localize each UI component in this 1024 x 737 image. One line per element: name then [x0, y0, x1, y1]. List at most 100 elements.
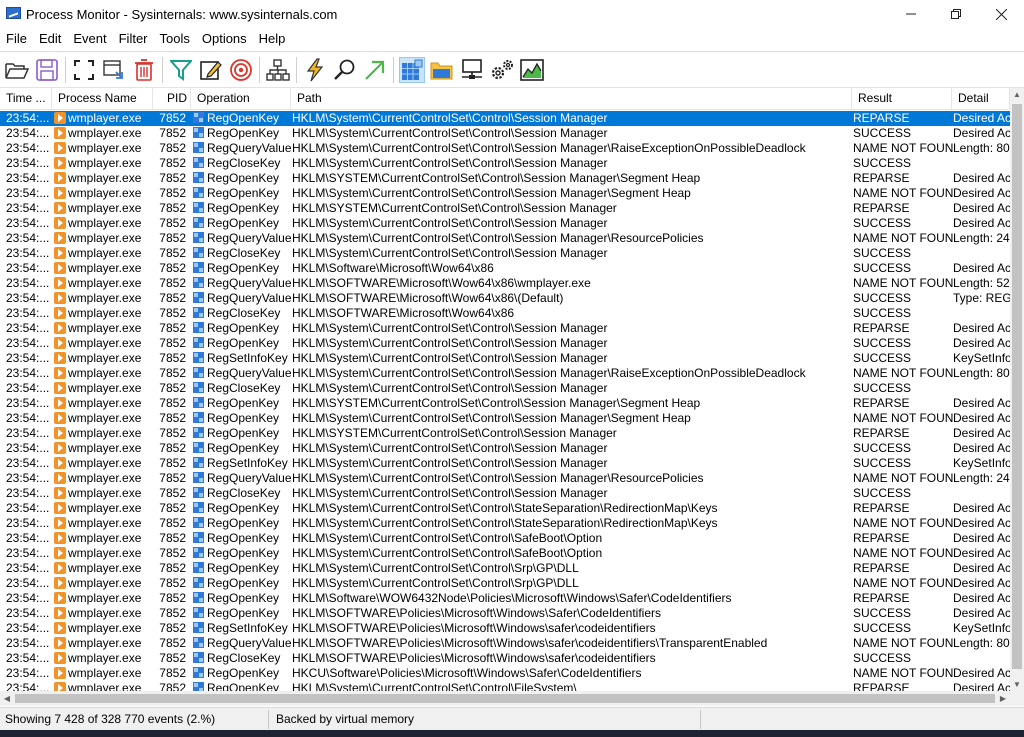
cell-operation-name: RegOpenKey: [207, 606, 280, 620]
vertical-scroll-thumb[interactable]: [1012, 104, 1022, 669]
table-row[interactable]: 23:54:... wmplayer.exe 7852 RegOpenKey HKLM\…: [0, 171, 1010, 186]
minimize-button[interactable]: [888, 0, 934, 28]
wmplayer-process-icon: [54, 262, 66, 274]
table-row[interactable]: 23:54:... wmplayer.exe 7852 RegOpenKey HKLM\…: [0, 681, 1010, 691]
save-button[interactable]: [34, 57, 60, 83]
menu-event[interactable]: Event: [67, 31, 112, 46]
autoscroll-button[interactable]: [71, 57, 97, 83]
table-row[interactable]: 23:54:... wmplayer.exe 7852 RegQueryValue HK…: [0, 276, 1010, 291]
filter-button[interactable]: [168, 57, 194, 83]
table-row[interactable]: 23:54:... wmplayer.exe 7852 RegCloseKey HKLM…: [0, 381, 1010, 396]
table-row[interactable]: 23:54:... wmplayer.exe 7852 RegOpenKey HKLM\…: [0, 501, 1010, 516]
cell-detail: Desired Acc: [953, 501, 1010, 515]
registry-operation-icon: [193, 517, 204, 528]
scroll-down-arrow-icon[interactable]: ▼: [1010, 678, 1024, 691]
table-row[interactable]: 23:54:... wmplayer.exe 7852 RegOpenKey HKLM\…: [0, 426, 1010, 441]
table-row[interactable]: 23:54:... wmplayer.exe 7852 RegCloseKey HKLM…: [0, 486, 1010, 501]
table-row[interactable]: 23:54:... wmplayer.exe 7852 RegOpenKey HKLM\…: [0, 201, 1010, 216]
cell-operation-name: RegCloseKey: [207, 246, 281, 260]
table-row[interactable]: 23:54:... wmplayer.exe 7852 RegOpenKey HKLM\…: [0, 411, 1010, 426]
menu-help[interactable]: Help: [253, 31, 292, 46]
clear-button[interactable]: [131, 57, 157, 83]
table-row[interactable]: 23:54:... wmplayer.exe 7852 RegOpenKey HKLM\…: [0, 186, 1010, 201]
table-row[interactable]: 23:54:... wmplayer.exe 7852 RegCloseKey HKLM…: [0, 156, 1010, 171]
wmplayer-process-icon: [54, 307, 66, 319]
table-row[interactable]: 23:54:... wmplayer.exe 7852 RegOpenKey HKLM\…: [0, 336, 1010, 351]
show-network-button[interactable]: [459, 57, 485, 83]
table-row[interactable]: 23:54:... wmplayer.exe 7852 RegOpenKey HKLM\…: [0, 606, 1010, 621]
show-registry-button[interactable]: [399, 56, 425, 83]
column-result[interactable]: Result: [852, 88, 952, 110]
wmplayer-process-icon: [54, 292, 66, 304]
table-row[interactable]: 23:54:... wmplayer.exe 7852 RegOpenKey HKLM\…: [0, 216, 1010, 231]
cell-process-name: wmplayer.exe: [68, 276, 142, 290]
table-row[interactable]: 23:54:... wmplayer.exe 7852 RegSetInfoKey HK…: [0, 456, 1010, 471]
menu-file[interactable]: File: [0, 31, 33, 46]
scroll-left-arrow-icon[interactable]: ◀: [0, 691, 14, 706]
table-row[interactable]: 23:54:... wmplayer.exe 7852 RegQueryValue HK…: [0, 291, 1010, 306]
table-row[interactable]: 23:54:... wmplayer.exe 7852 RegSetInfoKey HK…: [0, 351, 1010, 366]
highlight-button[interactable]: [198, 57, 224, 83]
table-row[interactable]: 23:54:... wmplayer.exe 7852 RegOpenKey HKCU\…: [0, 666, 1010, 681]
table-row[interactable]: 23:54:... wmplayer.exe 7852 RegOpenKey HKLM\…: [0, 321, 1010, 336]
show-profiling-button[interactable]: [519, 57, 545, 83]
cell-path: HKLM\System\CurrentControlSet\Control\Fi…: [292, 681, 577, 691]
table-row[interactable]: 23:54:... wmplayer.exe 7852 RegOpenKey HKLM\…: [0, 531, 1010, 546]
process-tree-button[interactable]: [265, 57, 291, 83]
jump-button[interactable]: [302, 57, 328, 83]
cell-process-name: wmplayer.exe: [68, 621, 142, 635]
table-row[interactable]: 23:54:... wmplayer.exe 7852 RegOpenKey HKLM\…: [0, 261, 1010, 276]
find-button[interactable]: [332, 57, 358, 83]
column-process-name[interactable]: Process Name: [52, 88, 153, 110]
cell-operation: RegQueryValue: [193, 636, 291, 651]
toolbar-separator: [162, 56, 163, 83]
include-process-button[interactable]: [228, 57, 254, 83]
scroll-up-arrow-icon[interactable]: ▲: [1010, 88, 1024, 102]
table-row[interactable]: 23:54:... wmplayer.exe 7852 RegQueryValue HK…: [0, 471, 1010, 486]
show-process-button[interactable]: [489, 57, 515, 83]
table-row[interactable]: 23:54:... wmplayer.exe 7852 RegOpenKey HKLM\…: [0, 126, 1010, 141]
menu-filter[interactable]: Filter: [113, 31, 154, 46]
table-row[interactable]: 23:54:... wmplayer.exe 7852 RegCloseKey HKLM…: [0, 306, 1010, 321]
menu-tools[interactable]: Tools: [154, 31, 196, 46]
table-row[interactable]: 23:54:... wmplayer.exe 7852 RegSetInfoKey HK…: [0, 621, 1010, 636]
column-time[interactable]: Time ...: [0, 88, 52, 110]
column-path[interactable]: Path: [291, 88, 852, 110]
table-row[interactable]: 23:54:... wmplayer.exe 7852 RegOpenKey HKLM\…: [0, 516, 1010, 531]
registry-operation-icon: [193, 457, 204, 468]
menu-edit[interactable]: Edit: [33, 31, 67, 46]
table-row[interactable]: 23:54:... wmplayer.exe 7852 RegQueryValue HK…: [0, 231, 1010, 246]
table-row[interactable]: 23:54:... wmplayer.exe 7852 RegQueryValue HK…: [0, 636, 1010, 651]
event-list[interactable]: Time ... Process Name PID Operation Path…: [0, 87, 1024, 691]
table-row[interactable]: 23:54:... wmplayer.exe 7852 RegOpenKey HKLM\…: [0, 576, 1010, 591]
table-row[interactable]: 23:54:... wmplayer.exe 7852 RegCloseKey HKLM…: [0, 651, 1010, 666]
cell-result: NAME NOT FOUND: [853, 366, 953, 380]
vertical-scrollbar[interactable]: ▲ ▼: [1010, 88, 1024, 691]
column-operation[interactable]: Operation: [191, 88, 291, 110]
wmplayer-process-icon: [54, 487, 66, 499]
cell-operation: RegQueryValue: [193, 291, 291, 306]
horizontal-scrollbar[interactable]: ◀ ▶: [0, 691, 1010, 706]
open-button[interactable]: [4, 57, 30, 83]
column-detail[interactable]: Detail: [952, 88, 1010, 110]
table-row[interactable]: 23:54:... wmplayer.exe 7852 RegOpenKey HKLM\…: [0, 561, 1010, 576]
horizontal-scroll-thumb[interactable]: [15, 694, 995, 703]
scroll-right-arrow-icon[interactable]: ▶: [996, 691, 1010, 706]
cell-result: SUCCESS: [853, 306, 912, 320]
cell-result: REPARSE: [853, 681, 910, 691]
table-row[interactable]: 23:54:... wmplayer.exe 7852 RegOpenKey HKLM\…: [0, 111, 1010, 126]
maximize-button[interactable]: [933, 0, 979, 28]
table-row[interactable]: 23:54:... wmplayer.exe 7852 RegOpenKey HKLM\…: [0, 591, 1010, 606]
table-row[interactable]: 23:54:... wmplayer.exe 7852 RegQueryValue HK…: [0, 366, 1010, 381]
column-pid[interactable]: PID: [153, 88, 191, 110]
menu-options[interactable]: Options: [196, 31, 253, 46]
show-filesystem-button[interactable]: [429, 57, 455, 83]
table-row[interactable]: 23:54:... wmplayer.exe 7852 RegOpenKey HKLM\…: [0, 396, 1010, 411]
table-row[interactable]: 23:54:... wmplayer.exe 7852 RegCloseKey HKLM…: [0, 246, 1010, 261]
jump-to-button[interactable]: [362, 57, 388, 83]
close-button[interactable]: [978, 0, 1024, 28]
table-row[interactable]: 23:54:... wmplayer.exe 7852 RegOpenKey HKLM\…: [0, 546, 1010, 561]
table-row[interactable]: 23:54:... wmplayer.exe 7852 RegOpenKey HKLM\…: [0, 441, 1010, 456]
table-row[interactable]: 23:54:... wmplayer.exe 7852 RegQueryValue HK…: [0, 141, 1010, 156]
capture-button[interactable]: [101, 57, 127, 83]
